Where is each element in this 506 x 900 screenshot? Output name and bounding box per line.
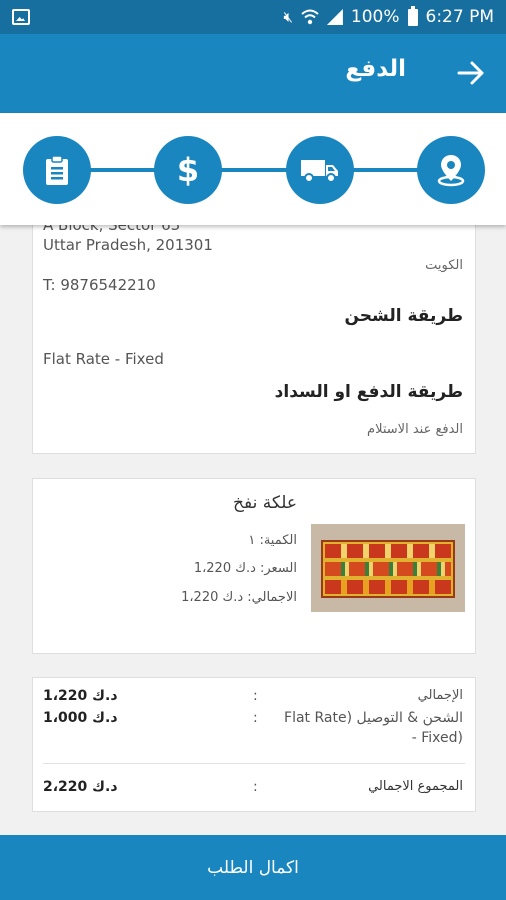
shipping-label-cont: - Fixed) (411, 730, 463, 746)
order-summary[interactable]: A Block, Sector 63 Uttar Pradesh, 201301… (0, 225, 506, 835)
address-line1: A Block, Sector 63 (43, 225, 181, 234)
shipping-method-value: Flat Rate - Fixed (43, 350, 164, 368)
payment-method-heading: طريقة الدفع او السداد (274, 382, 463, 402)
totals-divider (43, 763, 465, 764)
step-payment[interactable]: $ (154, 136, 222, 204)
gallery-icon (12, 9, 30, 25)
status-left (12, 9, 30, 25)
subtotal-label: الإجمالي (417, 688, 463, 703)
grand-total-label: المجموع الاجمالي (368, 779, 463, 794)
step-address[interactable] (417, 136, 485, 204)
subtotal-value: د.ك 1،220 (43, 688, 118, 704)
battery-icon (407, 5, 418, 26)
status-right: 🔇︎ 100% 6:27 PM (283, 5, 495, 27)
clock: 6:27 PM (425, 7, 495, 27)
page-title: الدفع (345, 56, 406, 82)
address-country: الكويت (425, 258, 463, 273)
status-bar: 🔇︎ 100% 6:27 PM (0, 0, 506, 34)
location-pin-icon (437, 155, 465, 187)
grand-total-value: د.ك 2،220 (43, 779, 118, 795)
shipping-method-heading: طريقة الشحن (344, 306, 464, 326)
steps-connector (60, 168, 450, 172)
step-clipboard[interactable] (23, 136, 91, 204)
shipping-label: الشحن & التوصيل (Flat Rate (284, 710, 463, 726)
signal-icon (326, 9, 343, 25)
shipping-value: د.ك 1،000 (43, 710, 118, 726)
payment-method-value: الدفع عند الاستلام (367, 422, 463, 437)
truck-icon (301, 160, 338, 183)
address-phone: T: 9876542210 (43, 276, 156, 294)
product-total: الاجمالي: د.ك 1،220 (181, 590, 297, 605)
product-price: السعر: د.ك 1،220 (193, 561, 297, 576)
wifi-icon (301, 9, 319, 25)
subtotal-separator: : (253, 688, 258, 704)
product-card: علكة نفخ الكمية: ١ السعر: د.ك 1،220 الاج… (32, 478, 476, 654)
totals-card: الإجمالي : د.ك 1،220 الشحن & التوصيل (Fl… (32, 677, 476, 812)
battery-percent: 100% (350, 7, 400, 27)
complete-order-button[interactable]: اكمال الطلب (0, 835, 506, 900)
arrow-right-icon[interactable] (456, 58, 486, 88)
step-shipping[interactable] (286, 136, 354, 204)
dollar-icon: $ (176, 151, 200, 189)
address-line2: Uttar Pradesh, 201301 (43, 236, 213, 254)
mute-icon: 🔇︎ (283, 7, 293, 26)
product-quantity: الكمية: ١ (248, 533, 297, 548)
product-name: علكة نفخ (233, 493, 297, 513)
product-image (311, 524, 465, 612)
shipping-separator: : (253, 710, 258, 726)
clipboard-icon (46, 155, 68, 185)
grand-total-separator: : (253, 779, 258, 795)
checkout-steps: $ (0, 113, 506, 225)
address-card: A Block, Sector 63 Uttar Pradesh, 201301… (32, 225, 476, 454)
app-bar: الدفع (0, 34, 506, 113)
